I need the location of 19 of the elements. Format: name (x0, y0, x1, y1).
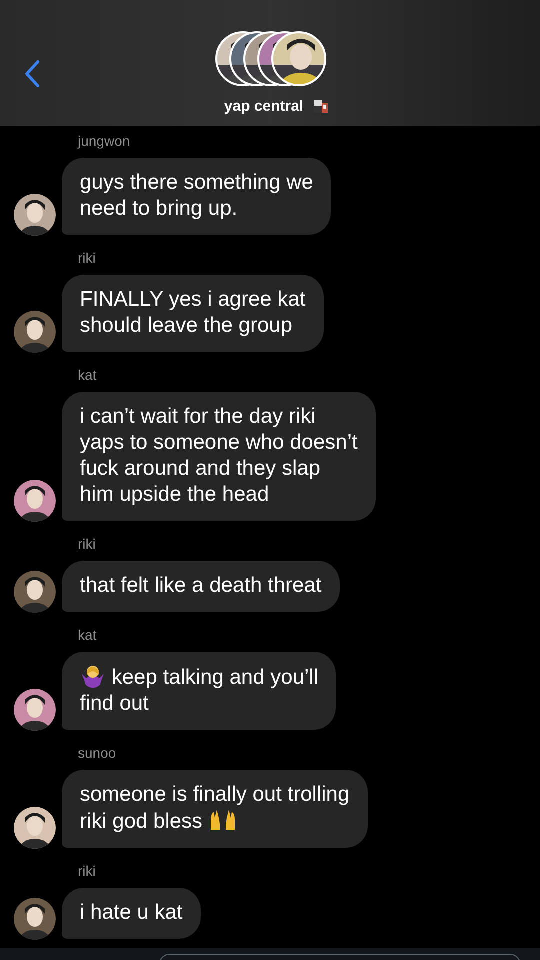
message-text: someone is finally out trolling riki god bless (80, 782, 350, 835)
sender-name: riki (78, 249, 97, 267)
message-text: i can’t wait for the day riki yaps to someone who doesn’t fuck around and they slap him upside the head (80, 404, 358, 508)
back-icon (24, 60, 40, 88)
message-text: FINALLY yes i agree kat should leave the group (80, 287, 306, 339)
sticker-icon (312, 97, 330, 115)
message-text: guys there something we need to bring up. (80, 170, 314, 222)
sender-name: jungwon (78, 132, 132, 150)
shrug-person-icon (80, 664, 106, 688)
sender-name: kat (78, 366, 98, 384)
sender-name: kat (78, 626, 98, 644)
message-text: that felt like a death threat (80, 573, 322, 599)
sender-name: riki (78, 535, 97, 553)
sender-name: sunoo (78, 744, 118, 762)
back-button[interactable] (24, 60, 40, 88)
sender-name: riki (78, 862, 97, 880)
message-text: keep talking and you’ll find out (80, 664, 318, 717)
group-title[interactable]: yap central (224, 98, 304, 114)
message-text: i hate u kat (80, 900, 183, 926)
